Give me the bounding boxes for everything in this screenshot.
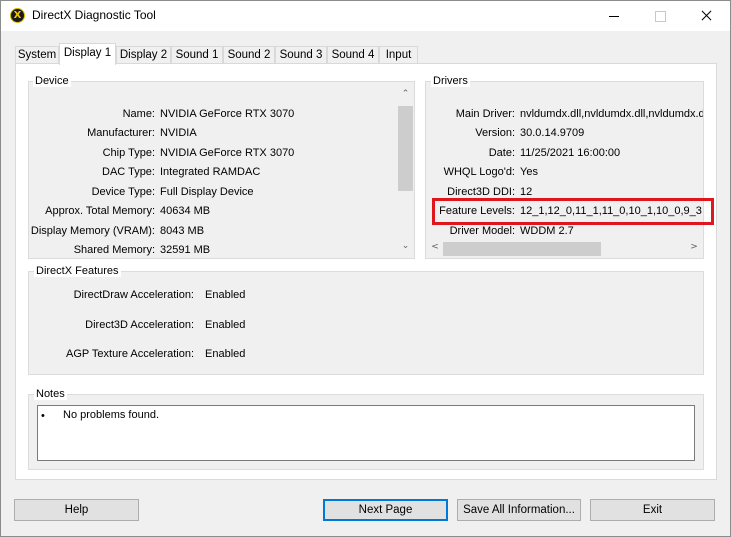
device-type-value[interactable]: Full Display Device — [160, 186, 390, 198]
tab-sound-4[interactable]: Sound 4 — [327, 46, 379, 64]
exit-button[interactable]: Exit — [590, 499, 715, 521]
scroll-left-icon[interactable]: < — [427, 242, 443, 252]
direct3d-accel-label: Direct3D Acceleration: — [85, 319, 194, 331]
agp-texture-value: Enabled — [205, 348, 246, 360]
help-button[interactable]: Help — [14, 499, 139, 521]
version-label: Version: — [475, 127, 515, 139]
tab-sound-1[interactable]: Sound 1 — [171, 46, 223, 64]
directx-features-title: DirectX Features — [34, 265, 121, 277]
version-value[interactable]: 30.0.14.9709 — [520, 127, 703, 139]
whql-value[interactable]: Yes — [520, 166, 703, 178]
manufacturer-value[interactable]: NVIDIA — [160, 127, 390, 139]
directdraw-value: Enabled — [205, 289, 246, 301]
tab-display-1[interactable]: Display 1 — [59, 43, 116, 65]
drivers-hscrollbar[interactable]: < > — [427, 241, 702, 257]
chip-type-value[interactable]: NVIDIA GeForce RTX 3070 — [160, 147, 390, 159]
device-scrollbar-thumb[interactable] — [398, 106, 413, 191]
dac-type-value[interactable]: Integrated RAMDAC — [160, 166, 390, 178]
tab-system[interactable]: System — [15, 46, 59, 64]
agp-texture-label: AGP Texture Acceleration: — [66, 348, 194, 360]
title-bar[interactable]: DirectX Diagnostic Tool — [1, 1, 730, 31]
device-type-label: Device Type: — [91, 186, 155, 198]
close-icon[interactable] — [683, 1, 729, 31]
tab-sound-3[interactable]: Sound 3 — [275, 46, 327, 64]
whql-label: WHQL Logo'd: — [443, 166, 515, 178]
device-group-title: Device — [33, 75, 71, 87]
tab-sound-2[interactable]: Sound 2 — [223, 46, 275, 64]
vram-label: Display Memory (VRAM): — [30, 225, 155, 237]
main-driver-label: Main Driver: — [455, 108, 515, 120]
scroll-up-icon[interactable]: ⌃ — [397, 89, 414, 99]
dac-type-label: DAC Type: — [102, 166, 155, 178]
direct3d-accel-value: Enabled — [205, 319, 246, 331]
device-scrollbar[interactable]: ⌃ ⌄ — [397, 89, 414, 257]
main-driver-value[interactable]: nvldumdx.dll,nvldumdx.dll,nvldumdx.dll,n… — [520, 108, 703, 120]
dxdiag-window: DirectX Diagnostic Tool System Display 1… — [0, 0, 731, 537]
driver-model-value[interactable]: WDDM 2.7 — [520, 225, 703, 237]
drivers-group-title: Drivers — [431, 75, 470, 87]
chip-type-label: Chip Type: — [102, 147, 155, 159]
notes-bullet: • — [41, 410, 45, 422]
direct3d-ddi-value[interactable]: 12 — [520, 186, 703, 198]
maximize-icon — [637, 1, 683, 31]
drivers-hscrollbar-thumb[interactable] — [443, 242, 601, 256]
save-all-information-button[interactable]: Save All Information... — [457, 499, 581, 521]
shared-memory-label: Shared Memory: — [73, 244, 155, 256]
date-value[interactable]: 11/25/2021 16:00:00 — [520, 147, 703, 159]
tab-display-2[interactable]: Display 2 — [116, 46, 171, 64]
manufacturer-label: Manufacturer: — [87, 127, 155, 139]
notes-title: Notes — [34, 388, 67, 400]
tab-input[interactable]: Input — [379, 46, 418, 64]
directx-icon — [10, 8, 25, 23]
window-title: DirectX Diagnostic Tool — [32, 8, 156, 22]
minimize-icon[interactable] — [591, 1, 637, 31]
device-name-value[interactable]: NVIDIA GeForce RTX 3070 — [160, 108, 390, 120]
scroll-right-icon[interactable]: > — [686, 242, 702, 252]
notes-item: No problems found. — [63, 409, 159, 421]
directdraw-label: DirectDraw Acceleration: — [73, 289, 194, 301]
total-memory-value[interactable]: 40634 MB — [160, 205, 390, 217]
date-label: Date: — [488, 147, 515, 159]
total-memory-label: Approx. Total Memory: — [45, 205, 155, 217]
scroll-down-icon[interactable]: ⌄ — [397, 241, 414, 251]
device-name-label: Name: — [122, 108, 155, 120]
direct3d-ddi-label: Direct3D DDI: — [447, 186, 515, 198]
shared-memory-value[interactable]: 32591 MB — [160, 244, 390, 256]
notes-textbox[interactable]: • No problems found. — [37, 405, 695, 461]
driver-model-label: Driver Model: — [449, 225, 515, 237]
vram-value[interactable]: 8043 MB — [160, 225, 390, 237]
next-page-button[interactable]: Next Page — [323, 499, 448, 521]
feature-levels-highlight — [432, 198, 714, 225]
